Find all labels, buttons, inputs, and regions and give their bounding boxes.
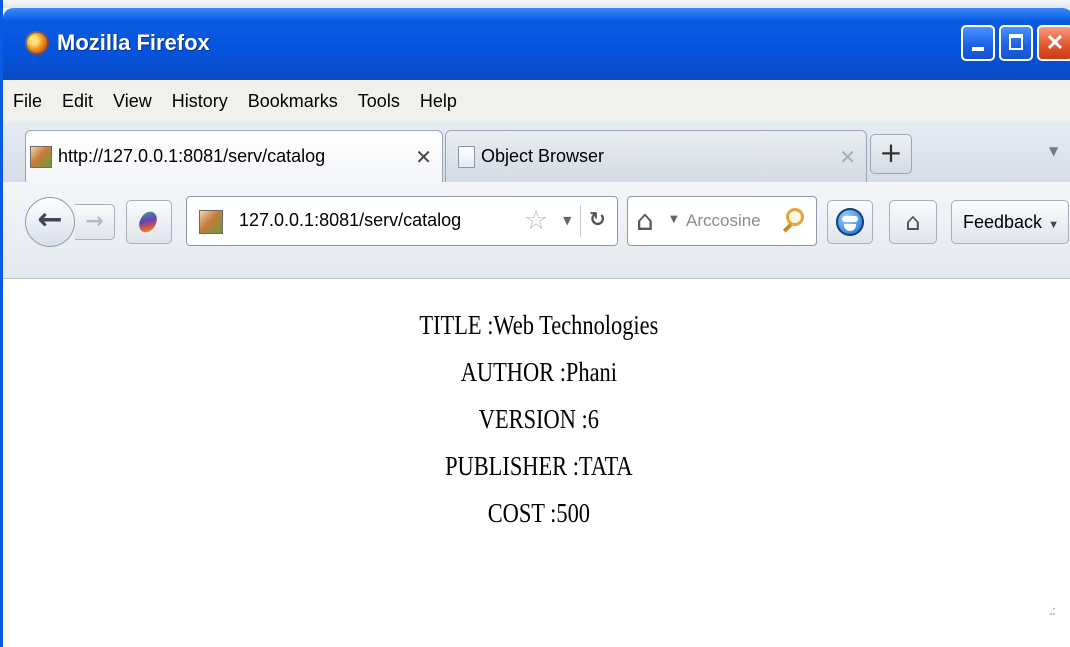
- feedback-label: Feedback: [963, 212, 1043, 232]
- document-icon: [458, 145, 475, 168]
- menu-edit[interactable]: Edit: [62, 91, 93, 112]
- page-content: TITLE :Web Technologies AUTHOR :Phani VE…: [3, 279, 1070, 647]
- tab-close-icon[interactable]: ✕: [839, 145, 856, 169]
- addon-button[interactable]: [126, 200, 172, 244]
- minimize-icon: [972, 47, 984, 51]
- site-favicon-icon: [199, 210, 223, 234]
- tab-object-browser[interactable]: Object Browser ✕: [445, 130, 867, 182]
- book-version: VERSION :6: [478, 404, 599, 434]
- book-title: TITLE :Web Technologies: [419, 310, 659, 340]
- tab-label: http://127.0.0.1:8081/serv/catalog: [58, 146, 326, 166]
- resize-grip-icon[interactable]: .:: [1049, 603, 1056, 619]
- navigation-toolbar: ← → 127.0.0.1:8081/serv/catalog ☆ ▼ ↻ ⌂ …: [3, 182, 1070, 279]
- address-bar[interactable]: 127.0.0.1:8081/serv/catalog ☆ ▼ ↻: [186, 196, 618, 246]
- close-icon: ✕: [1045, 30, 1065, 55]
- browser-window: Mozilla Firefox ✕ File Edit View History…: [0, 0, 1070, 647]
- search-engine-house-icon[interactable]: ⌂: [636, 204, 654, 237]
- page-favicon-icon: [30, 145, 52, 168]
- menu-tools[interactable]: Tools: [358, 91, 400, 112]
- menu-file[interactable]: File: [13, 91, 42, 112]
- search-input[interactable]: Arccosine: [686, 211, 761, 231]
- tab-close-icon[interactable]: ✕: [415, 145, 432, 169]
- minimize-button[interactable]: [961, 25, 995, 61]
- book-details: TITLE :Web Technologies AUTHOR :Phani VE…: [95, 302, 983, 537]
- close-window-button[interactable]: ✕: [1037, 25, 1070, 61]
- title-bar[interactable]: Mozilla Firefox ✕: [3, 8, 1070, 80]
- tab-label: Object Browser: [481, 146, 605, 166]
- background-strip: [3, 0, 1070, 8]
- tab-list-chevron-down-icon[interactable]: ▼: [1049, 144, 1058, 158]
- menu-history[interactable]: History: [172, 91, 228, 112]
- feedback-button[interactable]: Feedback ▼: [951, 200, 1069, 244]
- chevron-down-icon: ▼: [1048, 219, 1059, 231]
- book-publisher: PUBLISHER :TATA: [445, 451, 633, 481]
- search-bar[interactable]: ⌂ ▼ Arccosine: [627, 196, 817, 246]
- url-history-chevron-down-icon[interactable]: ▼: [563, 214, 571, 227]
- home-icon: ⌂: [905, 208, 921, 236]
- forward-button[interactable]: →: [75, 204, 115, 240]
- book-cost: COST :500: [487, 498, 591, 528]
- search-icon[interactable]: [786, 208, 804, 226]
- smiley-icon: [836, 208, 864, 236]
- url-input[interactable]: 127.0.0.1:8081/serv/catalog: [239, 210, 461, 231]
- bookmark-star-icon[interactable]: ☆: [524, 205, 548, 236]
- window-title: Mozilla Firefox: [57, 30, 210, 55]
- maximize-button[interactable]: [999, 25, 1033, 61]
- smiley-button[interactable]: [827, 200, 873, 244]
- home-button[interactable]: ⌂: [889, 200, 937, 244]
- firefox-logo-icon: [25, 31, 49, 55]
- new-tab-button[interactable]: +: [870, 134, 912, 174]
- addon-gem-icon: [135, 208, 161, 236]
- divider: [580, 205, 581, 237]
- menu-bar: File Edit View History Bookmarks Tools H…: [3, 80, 1070, 122]
- reload-icon[interactable]: ↻: [589, 207, 606, 231]
- tab-catalog[interactable]: http://127.0.0.1:8081/serv/catalog ✕: [25, 130, 443, 182]
- back-button[interactable]: ←: [25, 197, 75, 247]
- maximize-icon: [1009, 34, 1023, 50]
- menu-view[interactable]: View: [113, 91, 152, 112]
- search-engine-chevron-down-icon[interactable]: ▼: [670, 214, 678, 225]
- book-author: AUTHOR :Phani: [460, 357, 617, 387]
- tab-strip: http://127.0.0.1:8081/serv/catalog ✕ Obj…: [3, 122, 1070, 182]
- menu-help[interactable]: Help: [420, 91, 457, 112]
- menu-bookmarks[interactable]: Bookmarks: [248, 91, 338, 112]
